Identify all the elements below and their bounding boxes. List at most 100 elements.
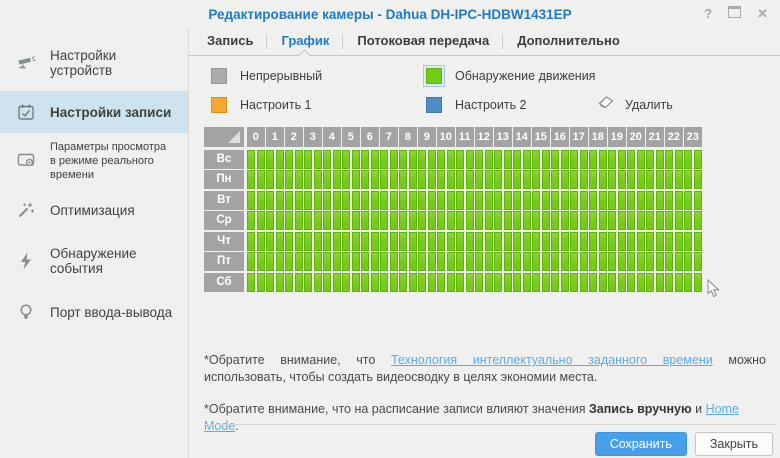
schedule-cell[interactable] [541, 190, 550, 210]
schedule-cell[interactable] [256, 272, 265, 292]
schedule-cell[interactable] [636, 170, 645, 189]
schedule-cell[interactable] [551, 149, 559, 169]
hour-header[interactable]: 2 [285, 127, 303, 147]
schedule-cell[interactable] [475, 231, 483, 251]
schedule-cell[interactable] [503, 252, 512, 271]
schedule-cell[interactable] [551, 211, 559, 230]
schedule-cell[interactable] [361, 149, 369, 169]
schedule-cell[interactable] [484, 149, 493, 169]
schedule-cell[interactable] [351, 211, 360, 230]
help-icon[interactable]: ? [704, 6, 712, 21]
schedule-cell[interactable] [655, 272, 664, 292]
hour-header[interactable]: 5 [342, 127, 360, 147]
schedule-cell[interactable] [636, 231, 645, 251]
schedule-cell[interactable] [418, 170, 426, 189]
hour-header[interactable]: 8 [399, 127, 417, 147]
schedule-cell[interactable] [285, 190, 293, 210]
schedule-cell[interactable] [636, 211, 645, 230]
schedule-cell[interactable] [275, 252, 284, 271]
schedule-cell[interactable] [389, 190, 398, 210]
schedule-cell[interactable] [503, 170, 512, 189]
schedule-cell[interactable] [579, 211, 588, 230]
schedule-cell[interactable] [665, 149, 673, 169]
schedule-cell[interactable] [266, 252, 274, 271]
schedule-cell[interactable] [266, 211, 274, 230]
schedule-cell[interactable] [313, 272, 322, 292]
schedule-cell[interactable] [522, 272, 531, 292]
maximize-icon[interactable] [728, 6, 742, 21]
schedule-cell[interactable] [513, 149, 521, 169]
schedule-cell[interactable] [589, 170, 597, 189]
schedule-cell[interactable] [456, 272, 464, 292]
schedule-cell[interactable] [665, 190, 673, 210]
schedule-cell[interactable] [503, 272, 512, 292]
schedule-cell[interactable] [513, 272, 521, 292]
schedule-cell[interactable] [370, 170, 379, 189]
schedule-cell[interactable] [494, 190, 502, 210]
schedule-cell[interactable] [361, 231, 369, 251]
schedule-cell[interactable] [399, 149, 407, 169]
schedule-cell[interactable] [304, 170, 312, 189]
schedule-cell[interactable] [617, 272, 626, 292]
schedule-cell[interactable] [484, 252, 493, 271]
schedule-cell[interactable] [427, 252, 436, 271]
schedule-cell[interactable] [323, 272, 331, 292]
schedule-cell[interactable] [646, 211, 654, 230]
schedule-cell[interactable] [465, 211, 474, 230]
schedule-cell[interactable] [446, 170, 455, 189]
schedule-cell[interactable] [304, 272, 312, 292]
schedule-cell[interactable] [560, 149, 569, 169]
hour-header[interactable]: 22 [665, 127, 683, 147]
schedule-cell[interactable] [655, 211, 664, 230]
day-label[interactable]: Вс [204, 149, 244, 169]
schedule-cell[interactable] [275, 170, 284, 189]
schedule-cell[interactable] [247, 149, 255, 169]
schedule-cell[interactable] [655, 252, 664, 271]
schedule-cell[interactable] [541, 272, 550, 292]
schedule-cell[interactable] [446, 272, 455, 292]
schedule-cell[interactable] [475, 211, 483, 230]
schedule-cell[interactable] [332, 149, 341, 169]
schedule-cell[interactable] [351, 149, 360, 169]
schedule-cell[interactable] [332, 190, 341, 210]
schedule-cell[interactable] [608, 231, 616, 251]
schedule-cell[interactable] [636, 149, 645, 169]
schedule-cell[interactable] [285, 252, 293, 271]
schedule-cell[interactable] [256, 190, 265, 210]
schedule-cell[interactable] [266, 190, 274, 210]
schedule-cell[interactable] [465, 252, 474, 271]
schedule-cell[interactable] [598, 252, 607, 271]
hour-header[interactable]: 1 [266, 127, 284, 147]
schedule-cell[interactable] [608, 170, 616, 189]
schedule-cell[interactable] [627, 149, 635, 169]
schedule-cell[interactable] [437, 170, 445, 189]
schedule-cell[interactable] [541, 170, 550, 189]
schedule-cell[interactable] [494, 231, 502, 251]
close-button[interactable]: Закрыть [694, 432, 773, 456]
hour-header[interactable]: 0 [247, 127, 265, 147]
schedule-cell[interactable] [617, 149, 626, 169]
schedule-cell[interactable] [598, 149, 607, 169]
hour-header[interactable]: 10 [437, 127, 455, 147]
schedule-cell[interactable] [446, 231, 455, 251]
schedule-cell[interactable] [674, 272, 683, 292]
hour-header[interactable]: 20 [627, 127, 645, 147]
schedule-cell[interactable] [418, 252, 426, 271]
schedule-cell[interactable] [665, 231, 673, 251]
schedule-cell[interactable] [437, 231, 445, 251]
schedule-cell[interactable] [275, 190, 284, 210]
schedule-cell[interactable] [646, 190, 654, 210]
schedule-cell[interactable] [522, 211, 531, 230]
schedule-cell[interactable] [313, 231, 322, 251]
schedule-cell[interactable] [475, 190, 483, 210]
schedule-cell[interactable] [266, 272, 274, 292]
schedule-cell[interactable] [427, 190, 436, 210]
schedule-cell[interactable] [389, 252, 398, 271]
schedule-cell[interactable] [247, 231, 255, 251]
schedule-cell[interactable] [266, 170, 274, 189]
schedule-cell[interactable] [551, 190, 559, 210]
schedule-cell[interactable] [304, 190, 312, 210]
schedule-cell[interactable] [351, 231, 360, 251]
sidebar-item-io-port[interactable]: Порт ввода-вывода [0, 289, 188, 335]
schedule-cell[interactable] [389, 231, 398, 251]
